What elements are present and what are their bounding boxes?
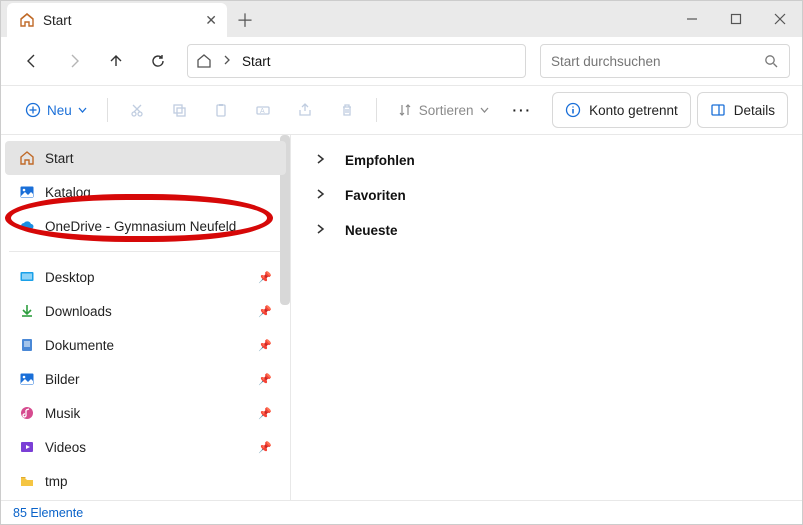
home-icon bbox=[19, 150, 35, 166]
copy-button[interactable] bbox=[160, 92, 198, 128]
chevron-right-icon bbox=[222, 52, 232, 70]
chevron-down-icon bbox=[480, 103, 489, 118]
details-pane-icon bbox=[710, 102, 726, 118]
sidebar-item-music[interactable]: Musik 📌 bbox=[5, 396, 286, 430]
body: Start Katalog OneDrive - Gymnasium Neufe… bbox=[1, 135, 802, 500]
delete-button[interactable] bbox=[328, 92, 366, 128]
chevron-down-icon bbox=[78, 103, 87, 118]
sidebar-item-label: OneDrive - Gymnasium Neufeld bbox=[45, 219, 236, 234]
sidebar-item-documents[interactable]: Dokumente 📌 bbox=[5, 328, 286, 362]
tab-title: Start bbox=[43, 13, 72, 28]
cut-button[interactable] bbox=[118, 92, 156, 128]
sidebar-item-start[interactable]: Start bbox=[5, 141, 286, 175]
sidebar-item-label: Videos bbox=[45, 440, 86, 455]
sort-icon bbox=[397, 102, 413, 118]
more-button[interactable]: ··· bbox=[503, 92, 543, 128]
sidebar-item-downloads[interactable]: Downloads 📌 bbox=[5, 294, 286, 328]
cloud-icon bbox=[19, 218, 35, 234]
sort-button[interactable]: Sortieren bbox=[387, 92, 499, 128]
section-label: Neueste bbox=[345, 223, 398, 238]
sidebar-item-label: tmp bbox=[45, 474, 68, 489]
pictures-icon bbox=[19, 371, 35, 387]
section-label: Favoriten bbox=[345, 188, 406, 203]
item-count: 85 Elemente bbox=[13, 506, 83, 520]
svg-text:A: A bbox=[260, 108, 265, 115]
info-icon bbox=[565, 102, 581, 118]
window-controls bbox=[670, 1, 802, 37]
sidebar-item-label: Desktop bbox=[45, 270, 95, 285]
forward-button[interactable] bbox=[55, 43, 93, 79]
close-window-button[interactable] bbox=[758, 1, 802, 37]
new-label: Neu bbox=[47, 103, 72, 118]
chevron-right-icon bbox=[315, 153, 327, 168]
tab-start[interactable]: Start ✕ bbox=[7, 3, 227, 37]
account-status-button[interactable]: Konto getrennt bbox=[552, 92, 691, 128]
sidebar-item-label: Dokumente bbox=[45, 338, 114, 353]
separator bbox=[107, 98, 108, 122]
sidebar-item-pictures[interactable]: Bilder 📌 bbox=[5, 362, 286, 396]
maximize-button[interactable] bbox=[714, 1, 758, 37]
address-bar[interactable]: Start bbox=[187, 44, 526, 78]
status-bar: 85 Elemente bbox=[1, 500, 802, 524]
search-box[interactable] bbox=[540, 44, 790, 78]
sidebar-item-tmp[interactable]: tmp bbox=[5, 464, 286, 498]
search-input[interactable] bbox=[551, 54, 755, 69]
rename-button[interactable]: A bbox=[244, 92, 282, 128]
chevron-right-icon bbox=[315, 223, 327, 238]
gallery-icon bbox=[19, 184, 35, 200]
section-favoriten[interactable]: Favoriten bbox=[315, 188, 778, 203]
music-icon bbox=[19, 405, 35, 421]
document-icon bbox=[19, 337, 35, 353]
pin-icon: 📌 bbox=[258, 407, 272, 420]
new-tab-button[interactable]: ＋ bbox=[227, 3, 263, 37]
close-tab-icon[interactable]: ✕ bbox=[205, 12, 217, 29]
sidebar-item-desktop[interactable]: Desktop 📌 bbox=[5, 260, 286, 294]
sidebar: Start Katalog OneDrive - Gymnasium Neufe… bbox=[1, 135, 291, 500]
nav-row: Start bbox=[1, 37, 802, 85]
new-button[interactable]: Neu bbox=[15, 92, 97, 128]
pin-icon: 📌 bbox=[258, 305, 272, 318]
paste-button[interactable] bbox=[202, 92, 240, 128]
search-icon bbox=[763, 53, 779, 69]
sidebar-separator bbox=[9, 251, 282, 252]
section-empfohlen[interactable]: Empfohlen bbox=[315, 153, 778, 168]
content-area: Empfohlen Favoriten Neueste bbox=[291, 135, 802, 500]
sidebar-item-label: Downloads bbox=[45, 304, 112, 319]
sort-label: Sortieren bbox=[419, 103, 474, 118]
videos-icon bbox=[19, 439, 35, 455]
toolbar: Neu A Sortieren ··· Konto getrennt Detai… bbox=[1, 85, 802, 135]
plus-circle-icon bbox=[25, 102, 41, 118]
back-button[interactable] bbox=[13, 43, 51, 79]
sidebar-item-label: Start bbox=[45, 151, 74, 166]
details-label: Details bbox=[734, 103, 775, 118]
minimize-button[interactable] bbox=[670, 1, 714, 37]
sidebar-item-onedrive[interactable]: OneDrive - Gymnasium Neufeld bbox=[5, 209, 286, 243]
separator bbox=[376, 98, 377, 122]
sidebar-item-videos[interactable]: Videos 📌 bbox=[5, 430, 286, 464]
sidebar-item-katalog[interactable]: Katalog bbox=[5, 175, 286, 209]
up-button[interactable] bbox=[97, 43, 135, 79]
sidebar-item-label: Katalog bbox=[45, 185, 91, 200]
sidebar-item-label: Bilder bbox=[45, 372, 80, 387]
pin-icon: 📌 bbox=[258, 373, 272, 386]
home-icon bbox=[19, 12, 35, 28]
folder-icon bbox=[19, 473, 35, 489]
pin-icon: 📌 bbox=[258, 441, 272, 454]
section-neueste[interactable]: Neueste bbox=[315, 223, 778, 238]
breadcrumb[interactable]: Start bbox=[242, 54, 271, 69]
account-status-label: Konto getrennt bbox=[589, 103, 678, 118]
pin-icon: 📌 bbox=[258, 271, 272, 284]
section-label: Empfohlen bbox=[345, 153, 415, 168]
pin-icon: 📌 bbox=[258, 339, 272, 352]
details-button[interactable]: Details bbox=[697, 92, 788, 128]
download-icon bbox=[19, 303, 35, 319]
explorer-window: Start ✕ ＋ Start Neu bbox=[0, 0, 803, 525]
share-button[interactable] bbox=[286, 92, 324, 128]
sidebar-item-label: Musik bbox=[45, 406, 80, 421]
home-icon bbox=[196, 53, 212, 69]
desktop-icon bbox=[19, 269, 35, 285]
titlebar: Start ✕ ＋ bbox=[1, 1, 802, 37]
refresh-button[interactable] bbox=[139, 43, 177, 79]
chevron-right-icon bbox=[315, 188, 327, 203]
